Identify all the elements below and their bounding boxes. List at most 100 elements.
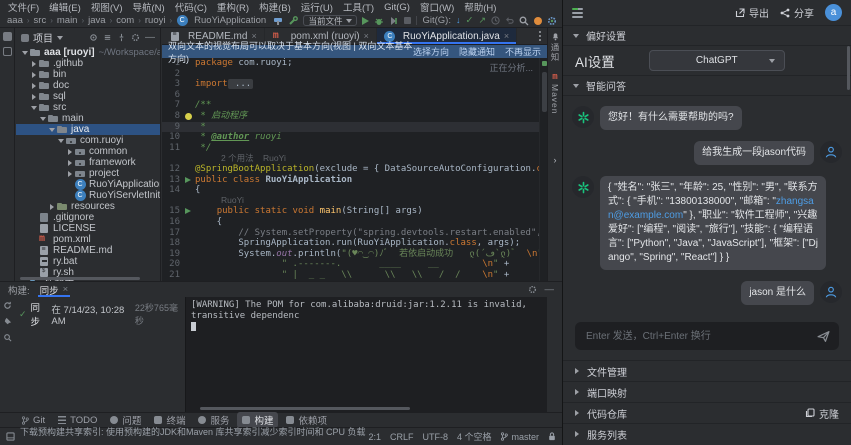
- menu-hamburger-icon[interactable]: [572, 8, 583, 18]
- line-separator[interactable]: CRLF: [390, 432, 414, 442]
- chevron-right-icon[interactable]: [29, 94, 38, 100]
- run-with-coverage-icon[interactable]: [389, 16, 399, 26]
- chevron-right-icon[interactable]: [65, 171, 74, 177]
- tree-row[interactable]: bin: [16, 69, 160, 80]
- menu-item[interactable]: 窗口(W): [415, 0, 459, 14]
- menu-item[interactable]: 代码(C): [170, 0, 212, 14]
- tab-list-menu-icon[interactable]: [533, 28, 547, 44]
- chevron-right-icon[interactable]: [29, 83, 38, 89]
- build-project-icon[interactable]: [273, 16, 283, 26]
- rerun-sync-icon[interactable]: [3, 301, 12, 310]
- tree-row[interactable]: java: [16, 124, 160, 135]
- pin-icon[interactable]: [3, 317, 12, 326]
- intention-bulb-icon[interactable]: [185, 113, 192, 120]
- banner-action-dont-show[interactable]: 不再显示: [505, 45, 541, 58]
- commit-stripe-icon[interactable]: [3, 47, 12, 56]
- chevron-down-icon[interactable]: [56, 139, 65, 143]
- tree-row[interactable]: resources: [16, 201, 160, 212]
- tree-row[interactable]: project: [16, 168, 160, 179]
- code-editor[interactable]: 1package com.ruoyi;23import ...67/**8 * …: [162, 58, 539, 281]
- build-settings-gear-icon[interactable]: [528, 285, 537, 294]
- breadcrumb-item[interactable]: ruoyi: [143, 15, 168, 26]
- menu-item[interactable]: 重构(R): [212, 0, 254, 14]
- tree-row[interactable]: sql: [16, 91, 160, 102]
- chevron-right-icon[interactable]: [29, 72, 38, 78]
- settings-gear-icon[interactable]: [547, 16, 557, 26]
- vcs-push-icon[interactable]: ↗: [478, 16, 486, 25]
- search-everywhere-icon[interactable]: [519, 16, 529, 26]
- tree-row[interactable]: RuoYiServletInitializer: [16, 190, 160, 201]
- project-tree-hscrollbar[interactable]: [20, 277, 140, 280]
- breadcrumb-item[interactable]: com: [114, 15, 136, 26]
- tree-row[interactable]: com.ruoyi: [16, 135, 160, 146]
- menu-item[interactable]: 视图(V): [86, 0, 128, 14]
- tree-row[interactable]: pom.xml: [16, 234, 160, 245]
- run-button[interactable]: [362, 17, 369, 25]
- breadcrumb-item[interactable]: aaa: [5, 15, 25, 26]
- chevron-right-icon[interactable]: [65, 149, 74, 155]
- menu-item[interactable]: 导航(N): [127, 0, 169, 14]
- tree-row[interactable]: .gitignore: [16, 212, 160, 223]
- clone-button[interactable]: 克隆: [805, 406, 839, 421]
- status-message[interactable]: 下载预构建共享索引: 使用预构建的JDK和Maven 库共享索引减少索引时间和 …: [20, 425, 368, 438]
- console-hscrollbar[interactable]: [200, 407, 410, 410]
- notifications-dot-icon[interactable]: [534, 17, 542, 25]
- sync-status-row[interactable]: ✓ 同步 在 7/14/23, 10:28 AM 22秒765毫秒: [19, 300, 181, 328]
- editor-scroll-markers[interactable]: [539, 58, 547, 281]
- menu-item[interactable]: 构建(B): [254, 0, 296, 14]
- tree-row[interactable]: src: [16, 102, 160, 113]
- build-console[interactable]: [WARNING] The POM for com.alibaba:druid:…: [185, 297, 547, 412]
- collapse-all-icon[interactable]: [117, 33, 126, 42]
- file-encoding[interactable]: UTF-8: [422, 432, 448, 442]
- wrench-icon[interactable]: [288, 16, 298, 26]
- send-icon[interactable]: [817, 330, 830, 343]
- user-avatar[interactable]: a: [825, 4, 842, 21]
- build-sync-tab[interactable]: 同步×: [38, 282, 71, 297]
- chevron-down-icon[interactable]: [20, 51, 29, 55]
- collapsible-section[interactable]: 服务列表: [563, 423, 851, 444]
- project-view-chevron-icon[interactable]: [57, 36, 63, 40]
- filter-icon[interactable]: [3, 333, 12, 342]
- git-branch-widget[interactable]: master: [500, 432, 539, 442]
- model-select[interactable]: ChatGPT: [649, 50, 785, 71]
- tool-options-gear-icon[interactable]: [131, 33, 140, 42]
- breadcrumb-item[interactable]: java: [86, 15, 107, 26]
- banner-action-hide[interactable]: 隐藏通知: [459, 45, 495, 58]
- menu-item[interactable]: 编辑(E): [44, 0, 86, 14]
- tree-row[interactable]: .github: [16, 58, 160, 69]
- locate-file-icon[interactable]: [89, 33, 98, 42]
- collapsible-section[interactable]: 文件管理: [563, 360, 851, 381]
- vcs-commit-icon[interactable]: ✓: [465, 15, 473, 26]
- stripe-expand-chevron-icon[interactable]: ›: [554, 155, 557, 165]
- breadcrumb-item[interactable]: src: [32, 15, 49, 26]
- menu-item[interactable]: 运行(U): [296, 0, 338, 14]
- build-hide-icon[interactable]: —: [545, 284, 555, 295]
- chat-input[interactable]: [584, 330, 811, 343]
- tree-row[interactable]: LICENSE: [16, 223, 160, 234]
- vcs-update-icon[interactable]: ↓: [456, 16, 461, 25]
- tree-row[interactable]: aaa [ruoyi]~/Workspace/aaa: [16, 47, 160, 58]
- tree-row[interactable]: framework: [16, 157, 160, 168]
- tree-row[interactable]: RuoYiApplication: [16, 179, 160, 190]
- debug-icon[interactable]: [374, 16, 384, 26]
- notifications-stripe-label[interactable]: 通知: [549, 43, 561, 62]
- breadcrumb-file[interactable]: RuoYiApplication: [174, 15, 268, 26]
- close-icon[interactable]: ×: [63, 284, 69, 295]
- maven-stripe-label[interactable]: Maven: [550, 84, 560, 115]
- chevron-down-icon[interactable]: [38, 117, 47, 121]
- section-smart-qa[interactable]: 智能问答: [563, 76, 851, 96]
- project-stripe-icon[interactable]: [3, 32, 12, 41]
- menu-item[interactable]: Git(G): [379, 2, 415, 13]
- indent-setting[interactable]: 4 个空格: [457, 430, 492, 443]
- layout-status-icon[interactable]: [6, 432, 15, 441]
- notifications-bell-icon[interactable]: [551, 32, 560, 41]
- menu-item[interactable]: 帮助(H): [459, 0, 501, 14]
- banner-action-choose-direction[interactable]: 选择方向: [413, 45, 449, 58]
- chevron-down-icon[interactable]: [47, 128, 56, 132]
- breadcrumb-item[interactable]: main: [55, 15, 80, 26]
- run-configuration-select[interactable]: 当前文件: [303, 15, 357, 26]
- maven-stripe-icon[interactable]: m: [552, 72, 557, 82]
- run-gutter-icon[interactable]: [185, 177, 191, 183]
- ai-panel-scrollbar[interactable]: [847, 46, 850, 90]
- close-icon[interactable]: ×: [504, 31, 509, 41]
